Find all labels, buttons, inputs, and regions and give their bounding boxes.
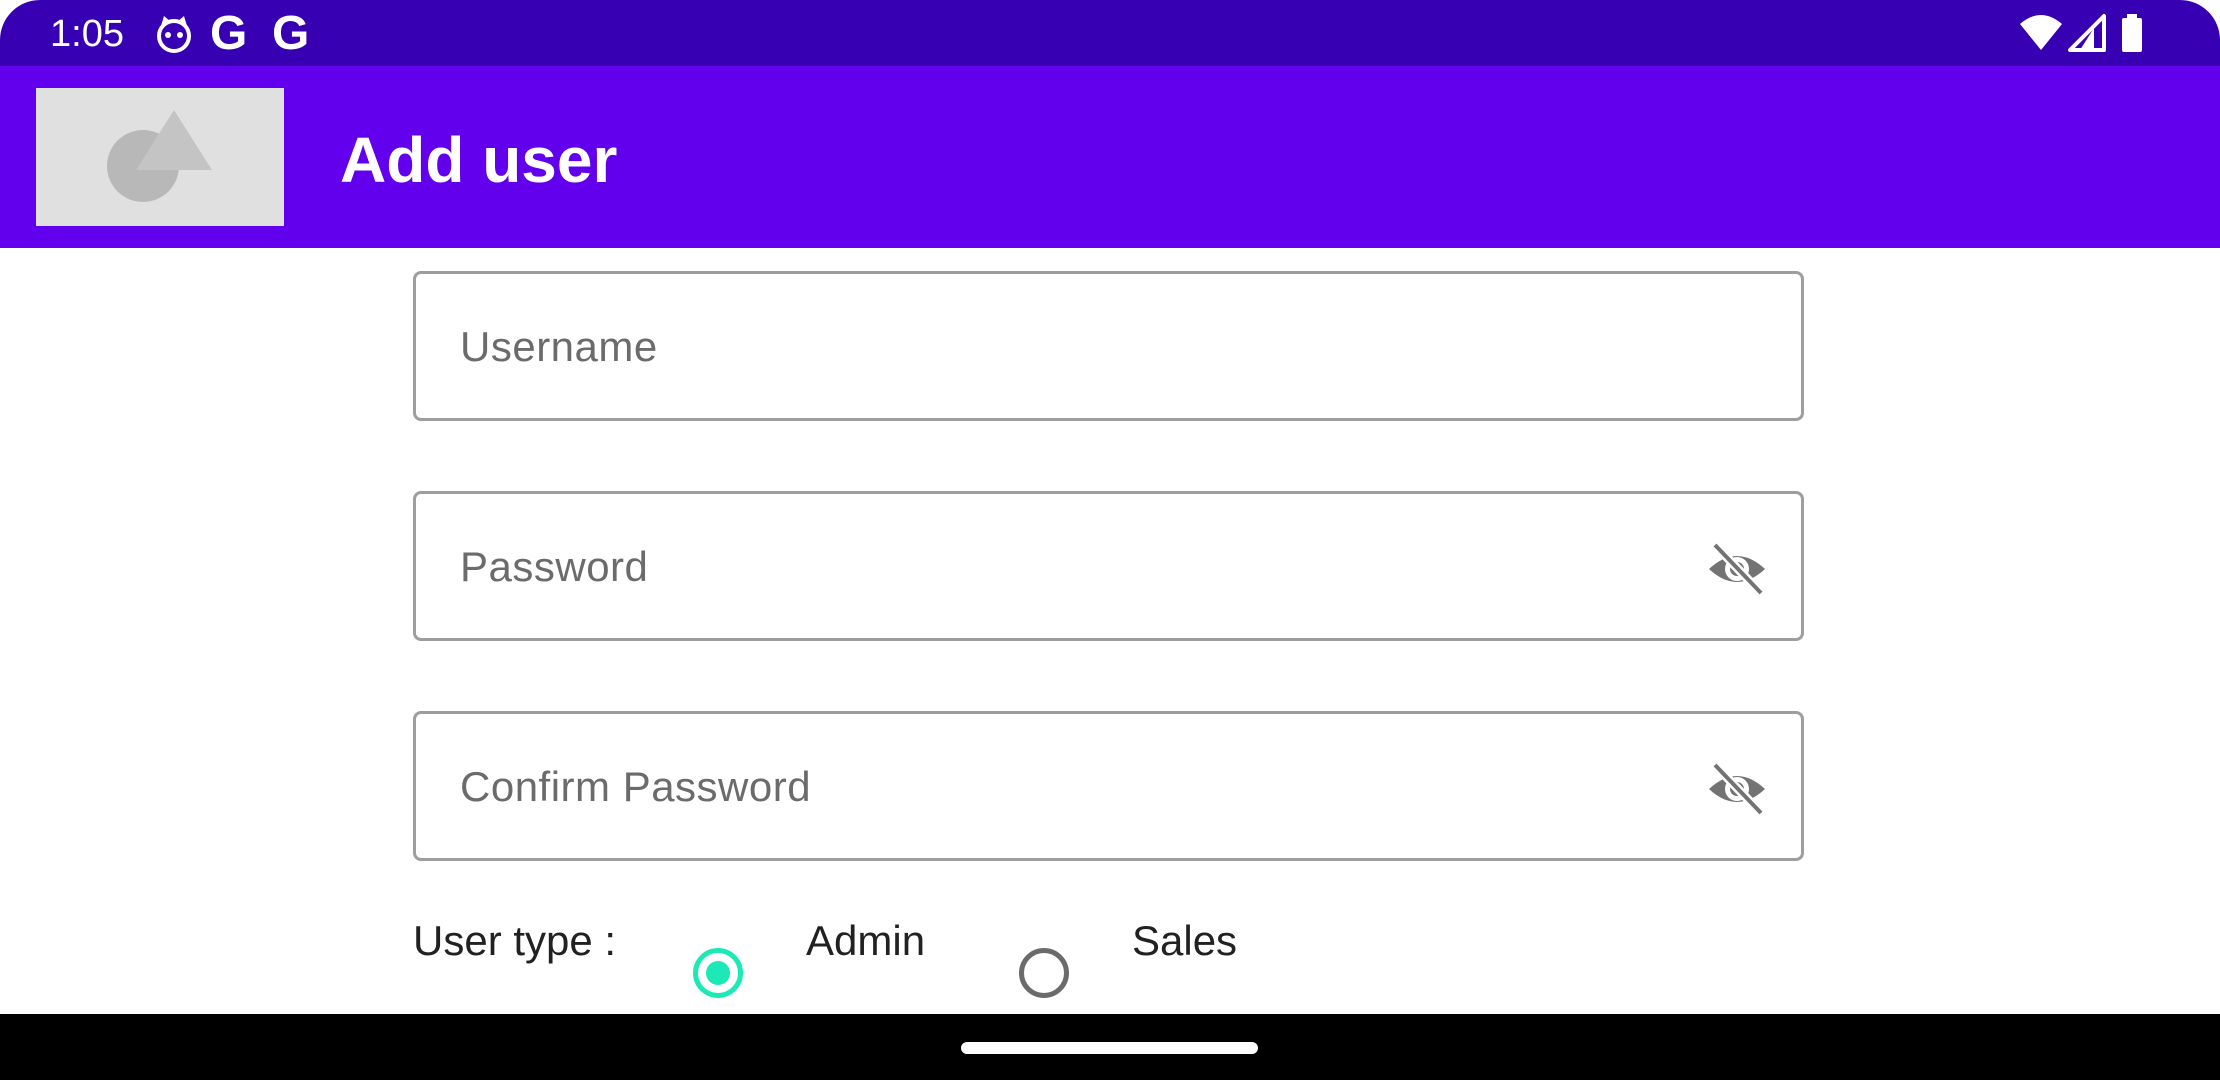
sales-radio-label[interactable]: Sales (1132, 916, 1237, 966)
admin-radio-label[interactable]: Admin (806, 916, 925, 966)
confirm-password-input[interactable] (458, 714, 1662, 860)
sales-radio[interactable] (1019, 948, 1069, 998)
app-bar: Add user (0, 66, 2220, 248)
google-icon: G (272, 7, 310, 60)
status-time: 1:05 (50, 13, 124, 55)
page-title: Add user (340, 124, 618, 196)
password-input[interactable] (458, 494, 1662, 640)
wifi-icon (2018, 12, 2064, 56)
username-field[interactable] (413, 271, 1804, 421)
visibility-off-icon[interactable] (1705, 761, 1769, 817)
visibility-off-icon[interactable] (1705, 541, 1769, 597)
placeholder-image-icon (36, 88, 284, 226)
password-field[interactable] (413, 491, 1804, 641)
cat-face-icon (152, 12, 196, 56)
battery-icon (2120, 12, 2144, 56)
status-bar: 1:05 G G (0, 0, 2220, 66)
navigation-bar (0, 1014, 2220, 1080)
cellular-signal-icon (2068, 12, 2108, 56)
user-type-label: User type : (413, 917, 617, 964)
confirm-password-field[interactable] (413, 711, 1804, 861)
username-input[interactable] (458, 274, 1662, 420)
google-icon: G (210, 7, 248, 60)
admin-radio[interactable] (693, 948, 743, 998)
home-gesture-handle[interactable] (961, 1042, 1258, 1054)
